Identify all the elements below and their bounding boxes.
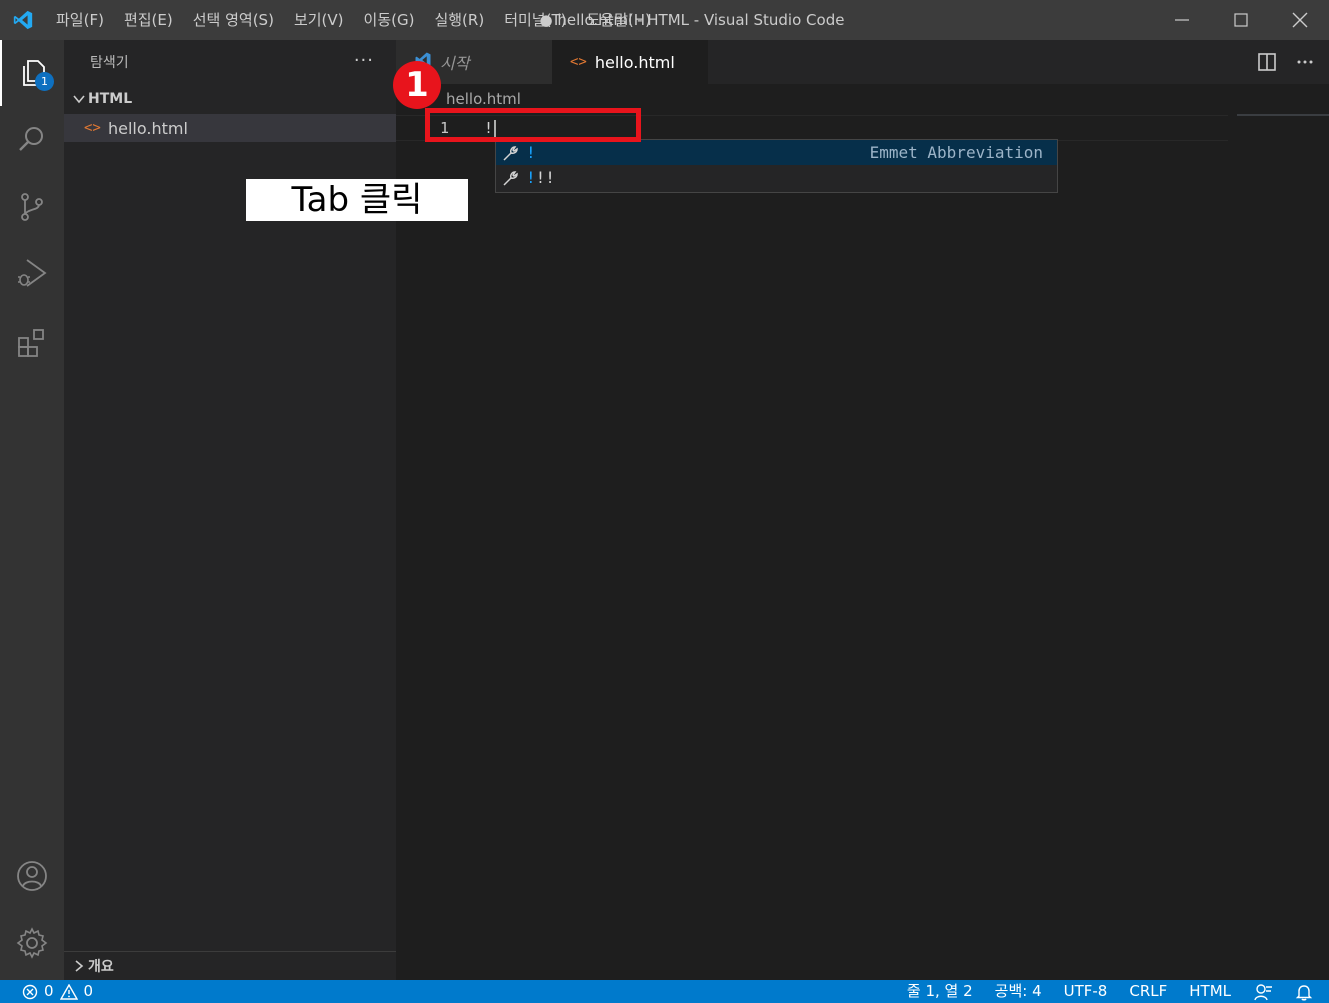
- chevron-right-icon: [70, 960, 88, 972]
- activity-explorer[interactable]: 1: [0, 40, 64, 106]
- settings-gear-icon: [16, 927, 48, 959]
- status-right: 줄 1, 열 2 공백: 4 UTF-8 CRLF HTML: [907, 980, 1313, 1003]
- menu-view[interactable]: 보기(V): [284, 0, 354, 40]
- maximize-button[interactable]: [1211, 0, 1270, 40]
- problems-status[interactable]: 0 0: [22, 980, 93, 1003]
- activity-bar: 1: [0, 40, 64, 980]
- suggestion-rest: !!: [535, 168, 555, 187]
- language-mode[interactable]: HTML: [1189, 980, 1231, 1003]
- warning-count: 0: [83, 982, 94, 1000]
- activity-extensions[interactable]: [0, 310, 64, 376]
- extensions-icon: [18, 329, 44, 357]
- outline-section-header[interactable]: 개요: [64, 951, 396, 980]
- editor-tabs: 시작 <> hello.html: [396, 40, 1329, 84]
- status-bar: 0 0 줄 1, 열 2 공백: 4 UTF-8 CRLF HTML: [0, 980, 1329, 1003]
- code-editor[interactable]: 1 !: [396, 112, 1329, 980]
- tab-hello-html[interactable]: <> hello.html: [552, 40, 708, 84]
- account-icon: [17, 861, 47, 891]
- step-highlight-box: [425, 108, 641, 142]
- more-actions-icon[interactable]: [1295, 52, 1315, 72]
- suggestion-match: !: [526, 168, 536, 187]
- folder-section-label: HTML: [88, 91, 133, 107]
- eol-status[interactable]: CRLF: [1129, 980, 1167, 1003]
- menu-bar: 파일(F) 편집(E) 선택 영역(S) 보기(V) 이동(G) 실행(R) 터…: [46, 0, 661, 40]
- window-controls: [1152, 0, 1329, 40]
- error-count: 0: [44, 982, 54, 1000]
- file-item-label: hello.html: [108, 118, 188, 138]
- menu-run[interactable]: 실행(R): [424, 0, 494, 40]
- folder-section-header[interactable]: HTML: [64, 84, 396, 114]
- feedback-icon[interactable]: [1253, 983, 1273, 1001]
- chevron-down-icon: [70, 93, 88, 105]
- step-number-marker: 1: [393, 61, 441, 109]
- title-bar: 파일(F) 편집(E) 선택 영역(S) 보기(V) 이동(G) 실행(R) 터…: [0, 0, 1329, 40]
- suggestion-item[interactable]: ! Emmet Abbreviation: [496, 140, 1057, 165]
- maximize-icon: [1233, 13, 1248, 27]
- suggestion-match: !: [526, 143, 536, 162]
- run-debug-icon: [18, 259, 47, 287]
- menu-file[interactable]: 파일(F): [46, 0, 114, 40]
- minimize-icon: [1174, 19, 1189, 21]
- split-editor-icon[interactable]: [1257, 52, 1277, 72]
- html-file-icon: <>: [84, 120, 101, 136]
- wrench-icon: [502, 169, 526, 187]
- activity-account[interactable]: [0, 843, 64, 909]
- encoding-status[interactable]: UTF-8: [1064, 980, 1108, 1003]
- sidebar-more-actions-button[interactable]: ···: [354, 50, 374, 71]
- tab-label: hello.html: [594, 52, 675, 72]
- cursor-position[interactable]: 줄 1, 열 2: [907, 980, 973, 1003]
- activity-source-control[interactable]: [0, 174, 64, 240]
- activity-settings[interactable]: [0, 910, 64, 976]
- tab-label: 시작: [440, 54, 470, 73]
- activity-search[interactable]: [0, 106, 64, 172]
- close-icon: [1292, 12, 1307, 28]
- menu-help[interactable]: 도움말(H): [576, 0, 660, 40]
- suggestion-item[interactable]: ! !!: [496, 165, 1057, 190]
- suggestion-widget: ! Emmet Abbreviation ! !!: [495, 139, 1058, 193]
- editor-actions: [1257, 40, 1315, 84]
- indentation-status[interactable]: 공백: 4: [995, 980, 1042, 1003]
- warning-icon: [59, 983, 78, 1000]
- menu-terminal[interactable]: 터미널(T): [494, 0, 576, 40]
- breadcrumb-file[interactable]: hello.html: [446, 90, 521, 108]
- overview-ruler: [1237, 114, 1329, 116]
- menu-go[interactable]: 이동(G): [354, 0, 425, 40]
- instruction-label: Tab 클릭: [246, 179, 468, 221]
- minimize-button[interactable]: [1152, 0, 1211, 40]
- suggestion-detail: Emmet Abbreviation: [869, 143, 1043, 162]
- close-window-button[interactable]: [1270, 0, 1329, 40]
- file-item-hello-html[interactable]: <> hello.html: [64, 114, 396, 142]
- menu-selection[interactable]: 선택 영역(S): [183, 0, 284, 40]
- error-icon: [22, 984, 38, 999]
- outline-section-label: 개요: [88, 959, 114, 975]
- wrench-icon: [502, 144, 526, 162]
- notifications-bell-icon[interactable]: [1295, 983, 1313, 1001]
- menu-edit[interactable]: 편집(E): [114, 0, 183, 40]
- source-control-icon: [21, 193, 43, 221]
- sidebar-title: 탐색기: [90, 55, 129, 71]
- vscode-logo-icon: [0, 0, 46, 40]
- explorer-badge: 1: [35, 72, 54, 91]
- search-icon: [19, 127, 43, 151]
- html-file-icon: <>: [570, 54, 587, 70]
- activity-run-debug[interactable]: [0, 240, 64, 306]
